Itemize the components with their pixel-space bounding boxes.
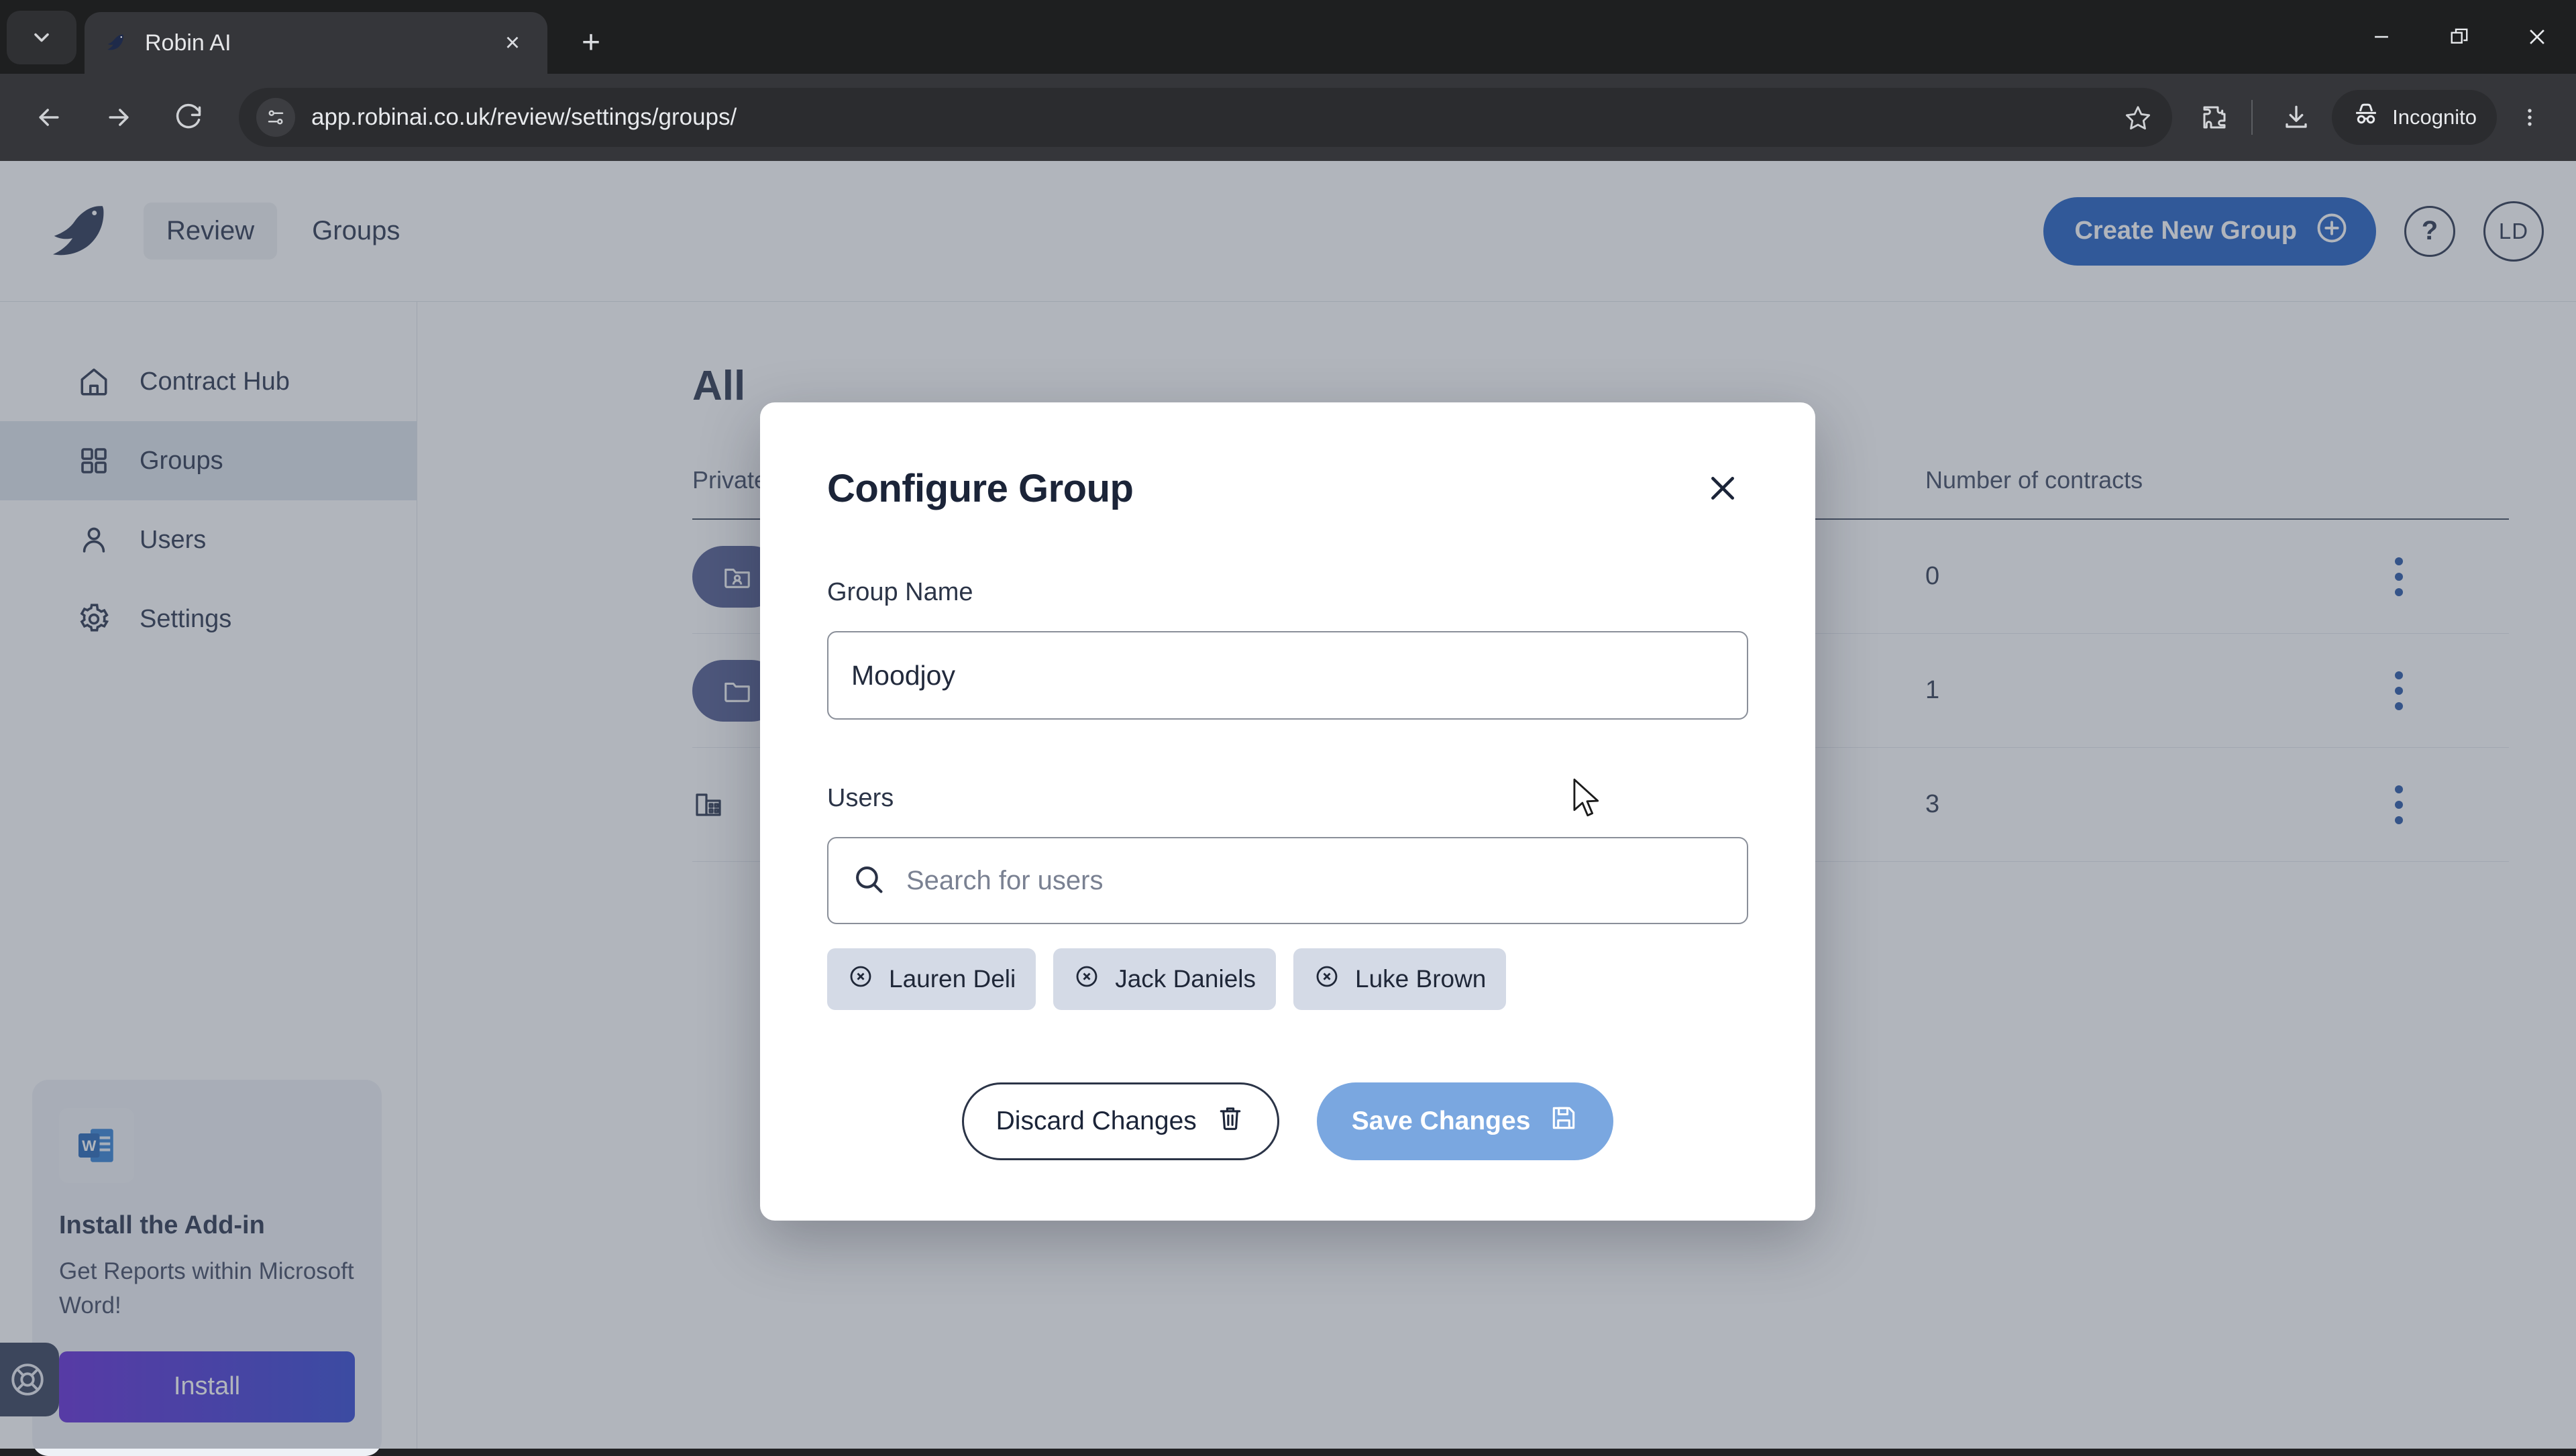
close-tab-icon[interactable]: × [494,24,531,62]
circle-x-icon[interactable] [1073,963,1100,996]
group-name-label: Group Name [827,578,1748,607]
close-window-icon[interactable] [2498,0,2576,74]
forward-arrow-icon[interactable] [90,89,148,146]
browser-window: Robin AI × + [0,0,2576,1449]
url-text: app.robinai.co.uk/review/settings/groups… [311,104,2117,131]
user-search-input[interactable]: Search for users [827,837,1748,924]
discard-changes-label: Discard Changes [996,1107,1197,1136]
save-disk-icon [1549,1103,1578,1139]
download-icon[interactable] [2270,91,2322,144]
user-chip[interactable]: Luke Brown [1293,948,1506,1010]
modal-actions: Discard Changes Save Changes [827,1082,1748,1160]
modal-title: Configure Group [827,466,1133,511]
incognito-hat-icon [2352,101,2380,134]
search-icon [851,862,886,900]
back-arrow-icon[interactable] [20,89,78,146]
user-chip-label: Jack Daniels [1115,965,1256,993]
user-chip-label: Luke Brown [1355,965,1486,993]
save-changes-label: Save Changes [1352,1107,1531,1136]
configure-group-modal: Configure Group Group Name Moodjoy Users… [760,402,1815,1221]
save-changes-button[interactable]: Save Changes [1317,1082,1614,1160]
kebab-menu-icon[interactable] [2504,91,2556,144]
tab-title: Robin AI [145,30,494,56]
group-name-input[interactable]: Moodjoy [827,631,1748,720]
discard-changes-button[interactable]: Discard Changes [962,1082,1279,1160]
selected-users-chips: Lauren Deli Jack Daniels Luke Brown [827,948,1748,1010]
mouse-cursor [1572,778,1602,818]
new-tab-button[interactable]: + [565,16,617,68]
page-settings-icon[interactable] [256,98,295,137]
modal-header: Configure Group [827,402,1748,514]
browser-tab[interactable]: Robin AI × [85,12,547,74]
address-bar[interactable]: app.robinai.co.uk/review/settings/groups… [239,88,2172,147]
circle-x-icon[interactable] [847,963,874,996]
users-label: Users [827,784,1748,813]
incognito-label: Incognito [2392,105,2477,129]
trash-icon [1216,1103,1245,1139]
close-icon[interactable] [1697,463,1748,514]
user-chip-label: Lauren Deli [889,965,1016,993]
robin-bird-favicon-icon [101,28,130,58]
minimize-icon[interactable] [2343,0,2420,74]
user-chip[interactable]: Jack Daniels [1053,948,1276,1010]
puzzle-icon[interactable] [2188,91,2241,144]
circle-x-icon[interactable] [1313,963,1340,996]
browser-toolbar: app.robinai.co.uk/review/settings/groups… [0,74,2576,161]
user-search-placeholder: Search for users [906,866,1103,896]
star-icon[interactable] [2117,97,2159,138]
window-controls [2343,0,2576,74]
reload-icon[interactable] [160,89,217,146]
app-viewport: Review Groups Create New Group ? LD [0,161,2576,1449]
toolbar-divider [2251,100,2253,135]
user-chip[interactable]: Lauren Deli [827,948,1036,1010]
tab-strip: Robin AI × + [0,0,2576,74]
incognito-indicator[interactable]: Incognito [2332,90,2497,145]
tab-search-button[interactable] [7,11,76,64]
maximize-restore-icon[interactable] [2420,0,2498,74]
